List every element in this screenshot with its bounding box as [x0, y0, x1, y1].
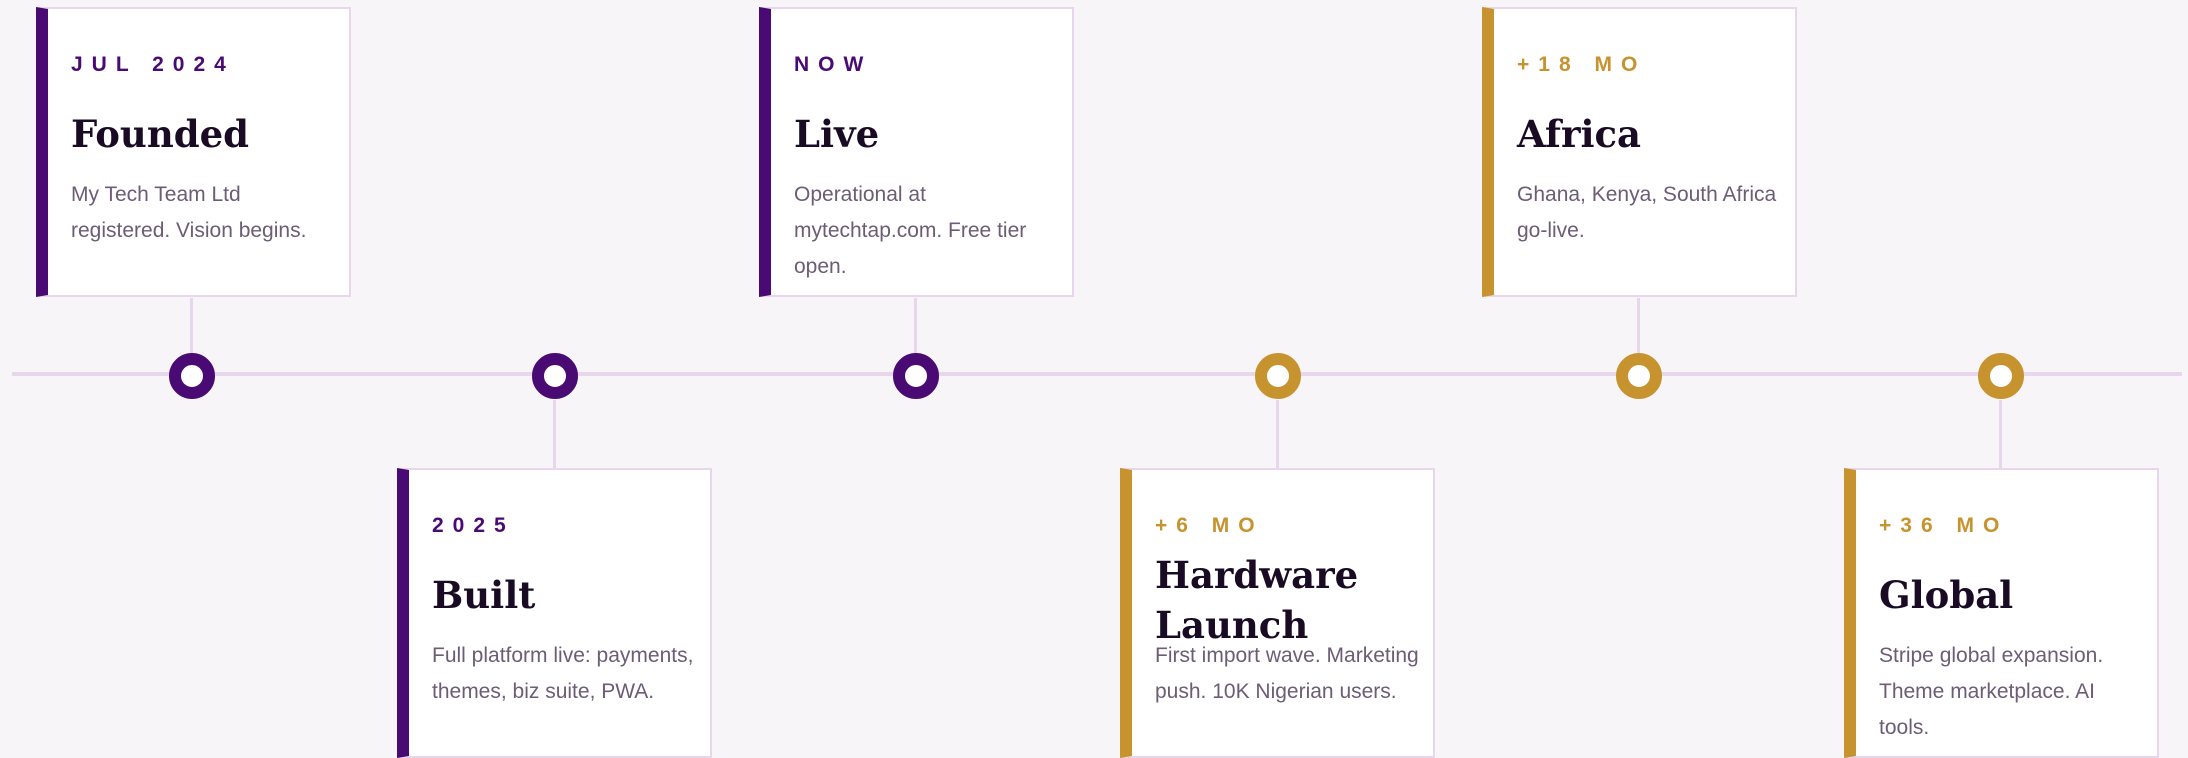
milestone-node-hardware-launch	[1255, 353, 1301, 399]
milestone-date: JUL 2024	[71, 53, 235, 76]
milestone-date: NOW	[794, 53, 873, 76]
connector-live	[914, 298, 917, 360]
milestone-date: +18 MO	[1517, 53, 1647, 76]
milestone-title: Founded	[71, 112, 250, 156]
milestone-node-built	[532, 353, 578, 399]
milestone-card-hardware-launch: +6 MO Hardware Launch First import wave.…	[1120, 468, 1435, 758]
milestone-title: Built	[432, 573, 536, 617]
milestone-description: First import wave. Marketing push. 10K N…	[1155, 644, 1419, 703]
milestone-description: Operational at mytechtap.com. Free tier …	[794, 183, 1027, 278]
milestone-description: Stripe global expansion. Theme marketpla…	[1879, 644, 2104, 739]
milestone-title: Global	[1879, 573, 2014, 617]
connector-built	[553, 400, 556, 468]
milestone-title: Hardware Launch	[1155, 553, 1359, 647]
milestone-date: +6 MO	[1155, 514, 1264, 537]
milestone-node-founded	[169, 353, 215, 399]
connector-founded	[190, 298, 193, 360]
milestone-node-live	[893, 353, 939, 399]
milestone-date: 2025	[432, 514, 515, 537]
milestone-title: Live	[794, 112, 880, 156]
milestone-description: Full platform live: payments, themes, bi…	[432, 644, 694, 703]
milestone-card-built: 2025 Built Full platform live: payments,…	[397, 468, 712, 758]
milestone-title: Africa	[1517, 112, 1642, 156]
milestone-description: My Tech Team Ltd registered. Vision begi…	[71, 183, 307, 242]
connector-global	[1999, 400, 2002, 468]
milestone-card-africa: +18 MO Africa Ghana, Kenya, South Africa…	[1482, 7, 1797, 297]
milestone-description: Ghana, Kenya, South Africa go-live.	[1517, 183, 1777, 242]
connector-africa	[1637, 298, 1640, 360]
milestone-card-founded: JUL 2024 Founded My Tech Team Ltd regist…	[36, 7, 351, 297]
milestone-card-live: NOW Live Operational at mytechtap.com. F…	[759, 7, 1074, 297]
milestone-date: +36 MO	[1879, 514, 2009, 537]
connector-hardware-launch	[1276, 400, 1279, 468]
timeline-axis	[12, 372, 2182, 376]
milestone-node-africa	[1616, 353, 1662, 399]
milestone-card-global: +36 MO Global Stripe global expansion. T…	[1844, 468, 2159, 758]
milestone-node-global	[1978, 353, 2024, 399]
